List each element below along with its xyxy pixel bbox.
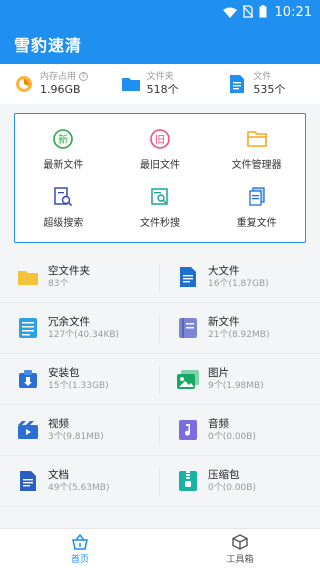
category-info: 21个(8.92MB) <box>208 330 270 340</box>
folder-manager-icon <box>246 128 268 150</box>
quick-search-icon <box>149 186 171 208</box>
category-name: 音频 <box>208 418 229 430</box>
category-name: 空文件夹 <box>48 265 90 277</box>
battery-icon <box>259 3 267 22</box>
category-image[interactable]: 图片 9个(1.98MB) <box>160 354 320 404</box>
category-list: 空文件夹 83个 大文件 16个(1.87GB) 冗余文件 127个(40.34… <box>0 252 320 528</box>
stat-memory-label-row: 内存占用 ? <box>40 71 88 83</box>
category-apk[interactable]: 安装包 15个(1.33GB) <box>0 354 160 404</box>
category-audio[interactable]: 音频 0个(0.00B) <box>160 405 320 455</box>
nav-toolbox-label: 工具箱 <box>226 554 254 565</box>
category-info: 127个(40.34KB) <box>48 330 120 340</box>
category-info: 0个(0.00B) <box>208 483 256 493</box>
category-info: 15个(1.33GB) <box>48 381 109 391</box>
category-name: 冗余文件 <box>48 316 90 328</box>
quick-oldest-files[interactable]: 旧 最旧文件 <box>112 120 209 178</box>
nav-toolbox[interactable]: 工具箱 <box>160 529 320 568</box>
wifi-icon <box>222 3 237 22</box>
category-row: 视频 3个(9.81MB) 音频 0个(0.00B) <box>0 405 320 456</box>
image-icon <box>176 367 200 391</box>
super-search-icon <box>52 186 74 208</box>
category-row: 冗余文件 127个(40.34KB) 新文件 21个(8.92MB) <box>0 303 320 354</box>
quick-file-manager[interactable]: 文件管理器 <box>208 120 305 178</box>
quick-label: 最旧文件 <box>139 159 180 171</box>
category-name: 文档 <box>48 469 69 481</box>
stat-memory-label: 内存占用 <box>40 72 77 82</box>
stat-memory[interactable]: 内存占用 ? 1.96GB <box>0 64 107 104</box>
app-root: 10:21 雪豹速清 内存占用 ? 1.96GB 文件夹 518个 文件 535… <box>0 0 320 568</box>
stat-memory-value: 1.96GB <box>40 83 81 96</box>
category-info: 3个(9.81MB) <box>48 432 104 442</box>
status-bar: 10:21 <box>0 0 320 24</box>
svg-text:旧: 旧 <box>155 134 165 146</box>
quick-duplicate-files[interactable]: 重复文件 <box>208 178 305 236</box>
quick-label: 重复文件 <box>236 217 277 229</box>
category-document[interactable]: 文档 49个(5.63MB) <box>0 456 160 506</box>
large-file-icon <box>176 265 200 289</box>
category-name: 大文件 <box>208 265 240 277</box>
stat-folders[interactable]: 文件夹 518个 <box>107 64 214 104</box>
app-header: 雪豹速清 <box>0 24 320 64</box>
stat-folders-label: 文件夹 <box>146 72 174 82</box>
document-icon <box>16 469 40 493</box>
quick-newest-files[interactable]: 新 最新文件 <box>15 120 112 178</box>
apk-icon <box>16 367 40 391</box>
stat-folders-value: 518个 <box>146 83 179 96</box>
quick-label: 文件管理器 <box>231 159 282 171</box>
category-new-file[interactable]: 新文件 21个(8.92MB) <box>160 303 320 353</box>
new-file-icon: 新 <box>52 128 74 150</box>
storage-stats: 内存占用 ? 1.96GB 文件夹 518个 文件 535个 <box>0 64 320 104</box>
bottom-nav: 首页 工具箱 <box>0 528 320 568</box>
quick-file-instant-search[interactable]: 文件秒搜 <box>112 178 209 236</box>
nav-home[interactable]: 首页 <box>0 529 160 568</box>
archive-icon <box>176 469 200 493</box>
file-icon <box>227 74 247 94</box>
stat-files-value: 535个 <box>253 83 286 96</box>
category-name: 视频 <box>48 418 69 430</box>
category-row: 空文件夹 83个 大文件 16个(1.87GB) <box>0 252 320 303</box>
status-time: 10:21 <box>274 4 312 20</box>
app-title: 雪豹速清 <box>14 36 83 55</box>
empty-folder-icon <box>16 265 40 289</box>
category-name: 压缩包 <box>208 469 240 481</box>
category-name: 安装包 <box>48 367 80 379</box>
category-info: 49个(5.63MB) <box>48 483 110 493</box>
category-empty-folder[interactable]: 空文件夹 83个 <box>0 252 160 302</box>
svg-text:新: 新 <box>58 133 68 146</box>
quick-label: 最新文件 <box>43 159 84 171</box>
old-file-icon: 旧 <box>149 128 171 150</box>
help-icon[interactable]: ? <box>78 72 88 81</box>
category-row: 文档 49个(5.63MB) 压缩包 0个(0.00B) <box>0 456 320 507</box>
toolbox-icon <box>231 533 249 551</box>
quick-label: 超级搜索 <box>43 217 84 229</box>
category-info: 9个(1.98MB) <box>208 381 264 391</box>
new-doc-icon <box>176 316 200 340</box>
home-basket-icon <box>71 533 89 551</box>
status-icons <box>222 3 267 22</box>
quick-super-search[interactable]: 超级搜索 <box>15 178 112 236</box>
quick-tools-grid: 新 最新文件 旧 最旧文件 文件管理器 超级搜索 文件秒搜 重复文件 <box>14 113 306 243</box>
category-video[interactable]: 视频 3个(9.81MB) <box>0 405 160 455</box>
category-redundant-file[interactable]: 冗余文件 127个(40.34KB) <box>0 303 160 353</box>
audio-icon <box>176 418 200 442</box>
category-info: 83个 <box>48 279 69 289</box>
category-name: 新文件 <box>208 316 240 328</box>
category-info: 16个(1.87GB) <box>208 279 269 289</box>
memory-gauge-icon <box>14 74 34 94</box>
category-large-file[interactable]: 大文件 16个(1.87GB) <box>160 252 320 302</box>
stat-files[interactable]: 文件 535个 <box>213 64 320 104</box>
category-name: 图片 <box>208 367 229 379</box>
category-archive[interactable]: 压缩包 0个(0.00B) <box>160 456 320 506</box>
video-icon <box>16 418 40 442</box>
folder-icon <box>121 74 141 94</box>
duplicate-file-icon <box>246 186 268 208</box>
category-info: 0个(0.00B) <box>208 432 256 442</box>
category-row: 安装包 15个(1.33GB) 图片 9个(1.98MB) <box>0 354 320 405</box>
quick-label: 文件秒搜 <box>139 217 180 229</box>
redundant-file-icon <box>16 316 40 340</box>
nav-home-label: 首页 <box>70 554 89 565</box>
stat-files-label: 文件 <box>253 72 272 82</box>
no-sim-icon <box>242 3 253 22</box>
